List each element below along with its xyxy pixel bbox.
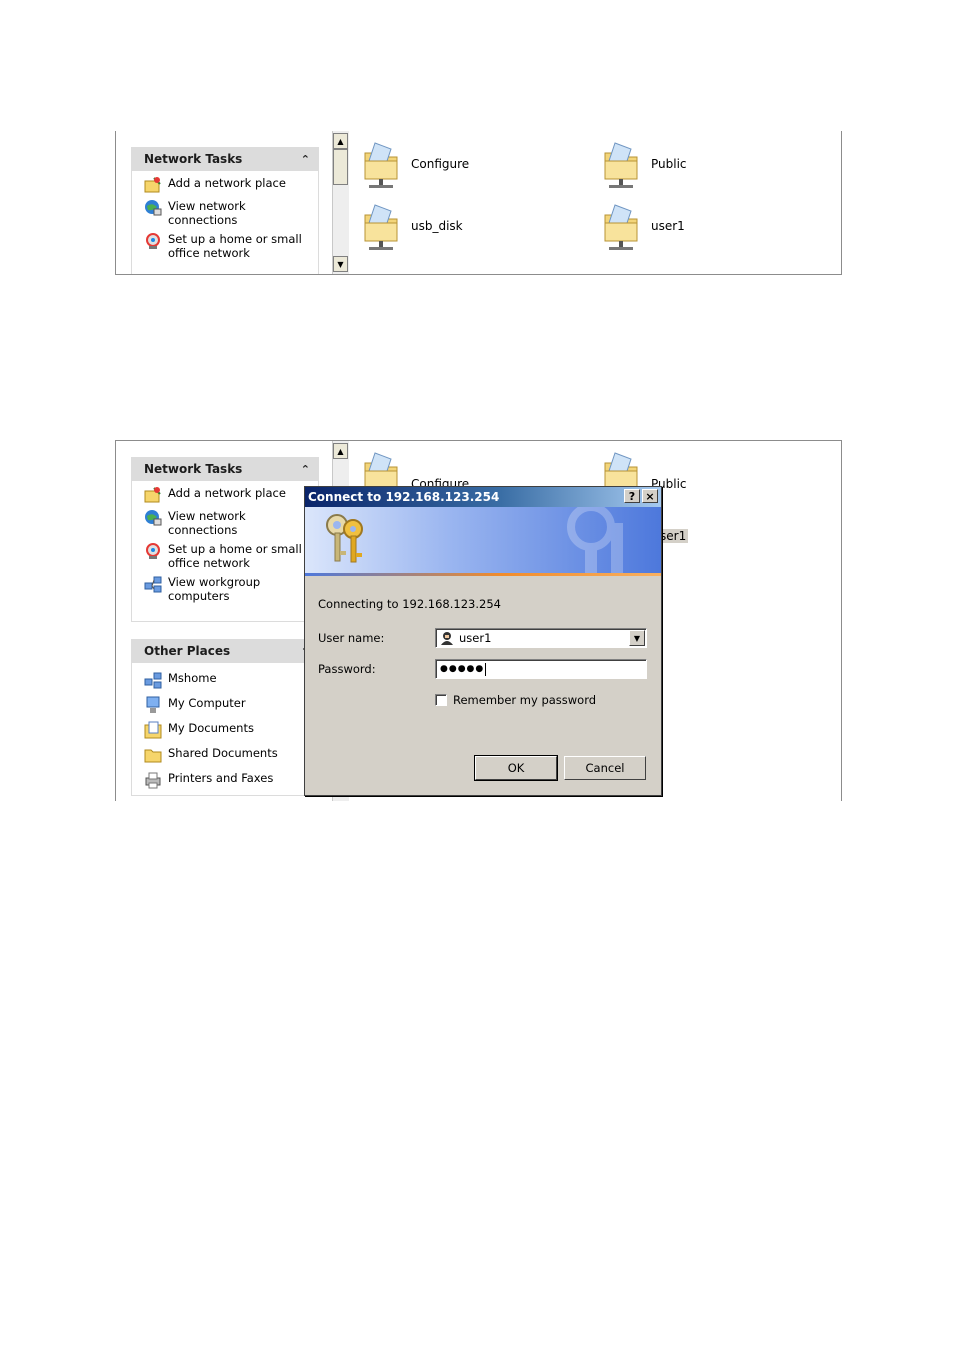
task-label: Set up a home or small office network — [168, 232, 302, 260]
add-network-place-icon — [144, 176, 162, 194]
place-label: My Documents — [168, 721, 254, 735]
share-usb-disk[interactable]: usb_disk — [361, 201, 463, 251]
other-places-panel: Other Places ⌃ Mshome My Computer — [131, 639, 319, 796]
username-combobox[interactable]: user1 ▼ — [435, 628, 647, 648]
share-user1-selected[interactable]: ser1 — [658, 529, 689, 543]
share-configure[interactable]: Configure — [361, 139, 469, 189]
task-setup-home-network[interactable]: Set up a home or small office network — [144, 542, 318, 570]
place-label: Printers and Faxes — [168, 771, 274, 785]
workgroup-icon — [144, 575, 162, 593]
task-label: View network connections — [168, 509, 246, 537]
password-field[interactable]: ●●●●● — [435, 659, 647, 679]
shared-folder-icon — [601, 139, 641, 189]
network-tasks-panel: Network Tasks ⌃ Add a network place View… — [131, 457, 319, 622]
task-view-network-connections[interactable]: View network connections — [144, 509, 318, 537]
network-connections-icon — [144, 199, 162, 217]
home-network-icon — [144, 232, 162, 250]
task-label: Set up a home or small office network — [168, 542, 302, 570]
connecting-text: Connecting to 192.168.123.254 — [318, 597, 501, 611]
place-shared-documents[interactable]: Shared Documents — [144, 746, 318, 764]
task-label: View workgroup computers — [168, 575, 261, 603]
share-label: ser1 — [660, 529, 687, 543]
remember-password-checkbox[interactable] — [435, 694, 447, 706]
workgroup-icon — [144, 671, 162, 689]
documents-icon — [144, 721, 162, 739]
shared-folder-icon — [361, 201, 401, 251]
scroll-up-button[interactable]: ▲ — [333, 443, 348, 459]
task-label: Add a network place — [168, 176, 286, 190]
place-my-documents[interactable]: My Documents — [144, 721, 318, 739]
password-value: ●●●●● — [440, 664, 485, 674]
share-label: Public — [651, 157, 687, 171]
task-view-workgroup[interactable]: View workgroup computers — [144, 575, 318, 603]
scroll-up-button[interactable]: ▲ — [333, 133, 348, 149]
password-label: Password: — [318, 662, 376, 676]
task-pane: Network Tasks ⌃ Add a network place View… — [116, 441, 331, 801]
dialog-banner — [305, 507, 661, 573]
task-label: View network connections — [168, 199, 246, 227]
cancel-button[interactable]: Cancel — [564, 756, 646, 780]
place-printers-faxes[interactable]: Printers and Faxes — [144, 771, 318, 789]
place-label: Mshome — [168, 671, 217, 685]
place-mshome[interactable]: Mshome — [144, 671, 318, 689]
watermark-keys-icon — [551, 507, 641, 573]
scroll-down-button[interactable]: ▼ — [333, 256, 348, 272]
network-connections-icon — [144, 509, 162, 527]
task-pane: Network Tasks ⌃ Add a network place View… — [116, 131, 331, 274]
network-tasks-panel: Network Tasks ⌃ Add a network place View… — [131, 147, 319, 274]
task-view-network-connections[interactable]: View network connections — [144, 199, 318, 227]
share-public[interactable]: Public — [601, 139, 687, 189]
share-label: Configure — [411, 157, 470, 171]
collapse-icon[interactable]: ⌃ — [301, 463, 310, 476]
share-label: usb_disk — [411, 219, 463, 233]
task-add-network-place[interactable]: Add a network place — [144, 176, 318, 194]
network-tasks-title: Network Tasks — [144, 152, 243, 166]
dialog-titlebar[interactable]: Connect to 192.168.123.254 ? × — [305, 487, 661, 507]
collapse-icon[interactable]: ⌃ — [301, 153, 310, 166]
help-button[interactable]: ? — [624, 489, 640, 503]
dialog-title: Connect to 192.168.123.254 — [308, 490, 500, 504]
folder-icon — [144, 746, 162, 764]
network-tasks-header[interactable]: Network Tasks ⌃ — [132, 457, 318, 481]
task-add-network-place[interactable]: Add a network place — [144, 486, 318, 504]
shared-folder-icon — [361, 139, 401, 189]
explorer-window-login: Network Tasks ⌃ Add a network place View… — [115, 440, 842, 801]
user-icon — [440, 631, 454, 645]
task-label: Add a network place — [168, 486, 286, 500]
keys-icon — [323, 511, 371, 570]
network-tasks-title: Network Tasks — [144, 462, 243, 476]
scroll-thumb[interactable] — [333, 149, 348, 185]
share-label: user1 — [651, 219, 685, 233]
other-places-title: Other Places — [144, 644, 231, 658]
task-setup-home-network[interactable]: Set up a home or small office network — [144, 232, 318, 260]
add-network-place-icon — [144, 486, 162, 504]
username-label: User name: — [318, 631, 385, 645]
share-user1[interactable]: user1 — [601, 201, 685, 251]
close-button[interactable]: × — [642, 489, 658, 503]
username-value: user1 — [459, 631, 492, 645]
shared-folder-icon — [601, 201, 641, 251]
computer-icon — [144, 696, 162, 714]
printer-icon — [144, 771, 162, 789]
home-network-icon — [144, 542, 162, 560]
vertical-scrollbar[interactable]: ▲ ▼ — [332, 131, 349, 274]
place-label: My Computer — [168, 696, 246, 710]
banner-divider — [305, 573, 661, 576]
connect-dialog: Connect to 192.168.123.254 ? × Connectin… — [304, 486, 662, 796]
other-places-header[interactable]: Other Places ⌃ — [132, 639, 318, 663]
dropdown-arrow-icon[interactable]: ▼ — [629, 630, 645, 646]
explorer-window-shares: Network Tasks ⌃ Add a network place View… — [115, 131, 842, 275]
ok-button[interactable]: OK — [474, 755, 558, 781]
remember-password-label: Remember my password — [453, 693, 597, 707]
place-label: Shared Documents — [168, 746, 278, 760]
place-my-computer[interactable]: My Computer — [144, 696, 318, 714]
text-cursor — [485, 662, 487, 676]
network-tasks-header[interactable]: Network Tasks ⌃ — [132, 147, 318, 171]
